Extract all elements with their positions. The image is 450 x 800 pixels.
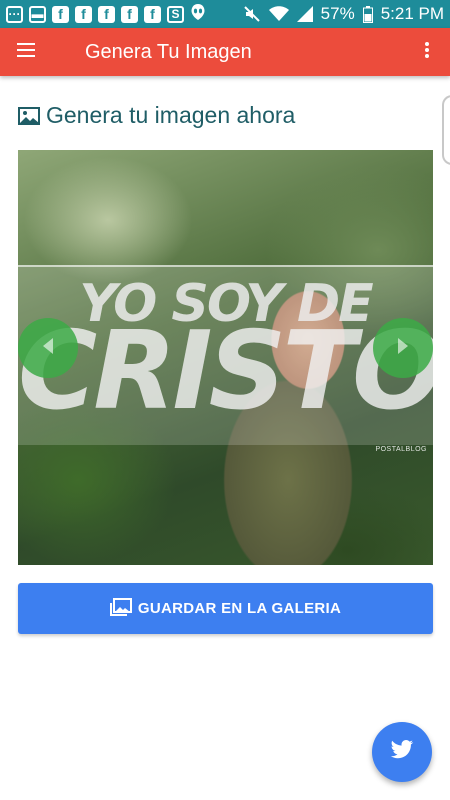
s-app-icon: S — [167, 5, 184, 23]
facebook-icon: f — [98, 5, 115, 23]
save-button-label: GUARDAR EN LA GALERIA — [137, 600, 342, 617]
page-heading: Genera tu imagen ahora — [18, 102, 295, 129]
previous-image-button[interactable] — [18, 318, 78, 378]
system-status: 57% 5:21 PM — [243, 4, 444, 24]
more-options-button[interactable] — [404, 28, 450, 76]
overlay-text-line2: CRISTO — [18, 309, 433, 434]
facebook-icon: f — [75, 5, 92, 23]
chevron-right-icon — [396, 337, 410, 360]
alien-icon — [190, 3, 206, 26]
twitter-share-button[interactable] — [372, 722, 432, 782]
status-bar: ··· ▬ f f f f f S 57% 5:21 PM — [0, 0, 450, 28]
message-icon: ··· — [6, 5, 23, 23]
more-vert-icon — [425, 41, 429, 63]
wifi-icon — [268, 6, 289, 22]
next-image-button[interactable] — [373, 318, 433, 378]
gallery-icon — [109, 597, 132, 620]
page-title: Genera tu imagen ahora — [46, 102, 296, 128]
facebook-icon: f — [121, 5, 138, 23]
image-credit: POSTALBLOG — [375, 446, 427, 453]
twitter-icon — [390, 739, 414, 765]
facebook-icon: f — [52, 5, 69, 23]
signal-icon — [296, 6, 313, 22]
battery-icon — [362, 5, 373, 23]
mute-icon — [243, 5, 261, 23]
battery-percent: 57% — [320, 4, 355, 23]
notification-icons: ··· ▬ f f f f f S — [6, 3, 206, 26]
image-icon — [18, 106, 40, 125]
menu-button[interactable] — [0, 28, 52, 76]
save-to-gallery-button[interactable]: GUARDAR EN LA GALERIA — [18, 583, 433, 634]
chevron-left-icon — [41, 337, 55, 360]
app-title: Genera Tu Imagen — [85, 40, 252, 63]
clock: 5:21 PM — [380, 4, 444, 23]
hamburger-menu-icon — [17, 42, 35, 62]
generated-image: YO SOY DE CRISTO POSTALBLOG — [18, 150, 433, 565]
notification-icon: ▬ — [29, 5, 46, 23]
app-bar: Genera Tu Imagen — [0, 28, 450, 76]
edge-panel-handle[interactable] — [442, 95, 450, 165]
facebook-icon: f — [144, 5, 161, 23]
